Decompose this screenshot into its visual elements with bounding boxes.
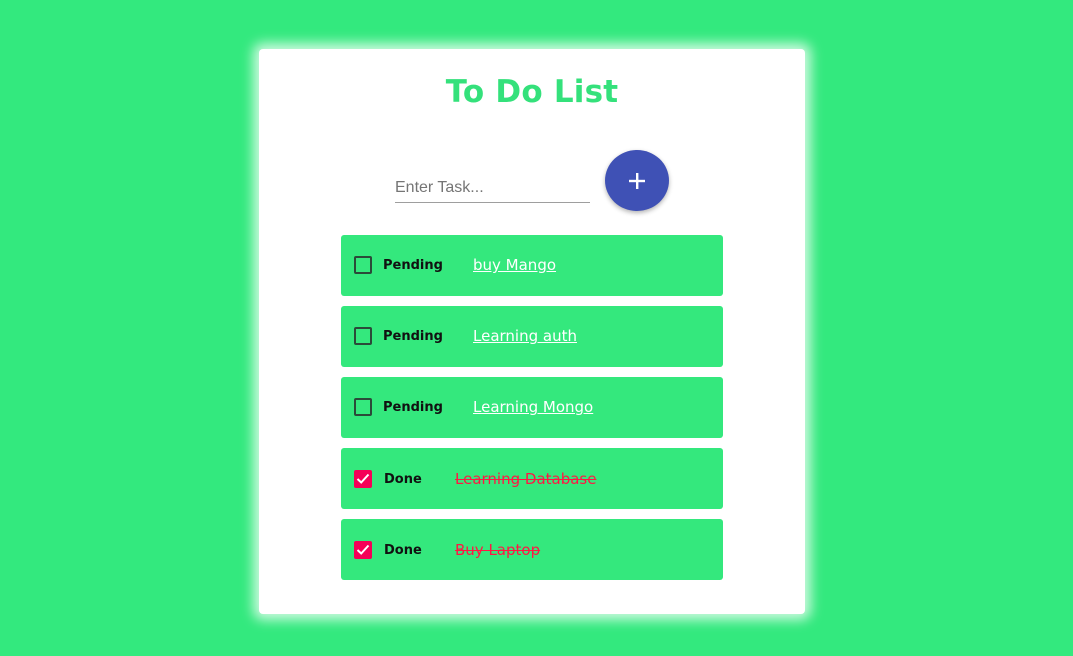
task-item: Pending Learning auth bbox=[341, 306, 723, 367]
task-checkbox[interactable] bbox=[354, 398, 372, 416]
checkmark-icon bbox=[356, 473, 370, 484]
task-status: Pending bbox=[383, 400, 443, 415]
task-checkbox[interactable] bbox=[354, 327, 372, 345]
add-task-button[interactable] bbox=[605, 150, 669, 211]
task-text[interactable]: Buy Laptop bbox=[455, 541, 540, 559]
task-item: Pending buy Mango bbox=[341, 235, 723, 296]
task-status: Done bbox=[384, 472, 422, 487]
task-text[interactable]: Learning Database bbox=[455, 470, 596, 488]
task-text[interactable]: Learning auth bbox=[473, 327, 577, 345]
task-status: Done bbox=[384, 543, 422, 558]
task-status: Pending bbox=[383, 258, 443, 273]
task-input[interactable] bbox=[395, 173, 590, 203]
task-checkbox[interactable] bbox=[354, 541, 372, 559]
task-text[interactable]: Learning Mongo bbox=[473, 398, 593, 416]
task-item: Done Buy Laptop bbox=[341, 519, 723, 580]
task-item: Pending Learning Mongo bbox=[341, 377, 723, 438]
checkmark-icon bbox=[356, 544, 370, 555]
task-item: Done Learning Database bbox=[341, 448, 723, 509]
task-list: Pending buy Mango Pending Learning auth … bbox=[341, 235, 723, 590]
task-status: Pending bbox=[383, 329, 443, 344]
task-checkbox[interactable] bbox=[354, 470, 372, 488]
task-text[interactable]: buy Mango bbox=[473, 256, 556, 274]
task-checkbox[interactable] bbox=[354, 256, 372, 274]
plus-icon bbox=[629, 172, 645, 189]
page-title: To Do List bbox=[445, 74, 619, 110]
todo-card: To Do List Pending buy Mango Pending Lea… bbox=[259, 49, 805, 614]
